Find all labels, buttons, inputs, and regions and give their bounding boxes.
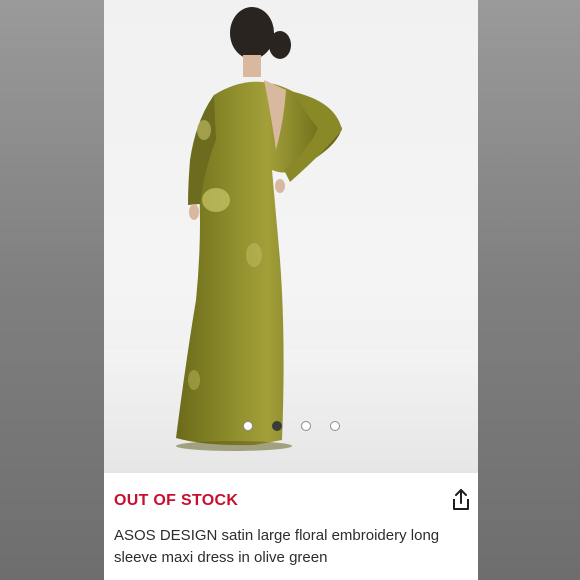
- product-image[interactable]: [104, 0, 478, 473]
- carousel-dot-3[interactable]: [300, 421, 311, 431]
- carousel-indicators: [104, 421, 478, 433]
- backdrop-right: [478, 0, 580, 580]
- product-info: OUT OF STOCK ASOS DESIGN satin large flo…: [104, 473, 478, 580]
- product-title[interactable]: ASOS DESIGN satin large floral embroider…: [114, 525, 464, 569]
- model-illustration: [104, 7, 478, 473]
- carousel-dot-4[interactable]: [329, 421, 340, 431]
- carousel-dot-1[interactable]: [242, 421, 253, 431]
- carousel-dot-2[interactable]: [271, 421, 282, 431]
- backdrop-left: [0, 0, 104, 580]
- stock-status: OUT OF STOCK: [114, 492, 239, 509]
- share-icon[interactable]: [450, 488, 472, 512]
- product-card: OUT OF STOCK ASOS DESIGN satin large flo…: [104, 0, 478, 580]
